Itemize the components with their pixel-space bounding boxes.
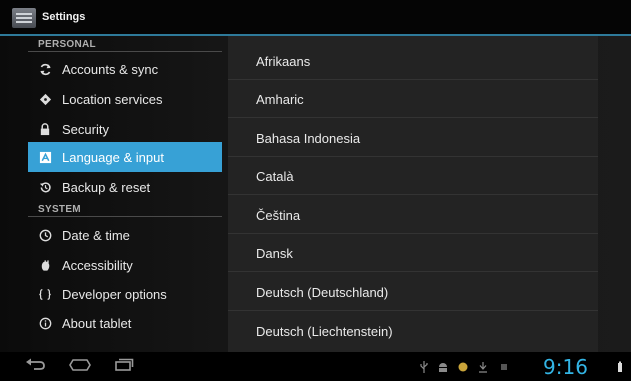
home-icon [68,358,92,376]
sidebar-item-backup-reset[interactable]: Backup & reset [28,172,222,202]
sidebar-item-language-input[interactable]: Language & input [28,142,222,172]
sidebar-item-label: Accounts & sync [62,61,159,77]
settings-sidebar: PERSONAL Accounts & sync Location servic… [0,36,222,352]
divider [28,216,222,217]
language-list: Afrikaans Amharic Bahasa Indonesia Catal… [228,36,598,352]
sidebar-item-label: Backup & reset [62,179,151,195]
back-button[interactable] [22,358,50,376]
download-icon [476,360,490,374]
lock-icon [36,122,54,136]
language-label: Català [256,169,294,184]
settings-app-icon[interactable] [12,8,36,28]
sidebar-item-accessibility[interactable]: Accessibility [28,250,222,280]
location-icon [36,93,54,106]
language-label: Dansk [256,246,293,261]
sidebar-item-location-services[interactable]: Location services [28,84,222,114]
notification-icon [456,360,470,374]
divider [28,51,222,52]
home-button[interactable] [66,358,94,376]
sidebar-item-label: Developer options [62,286,167,302]
settings-content: PERSONAL Accounts & sync Location servic… [0,36,631,352]
back-icon [25,358,47,377]
accessibility-icon [36,259,54,272]
android-debug-icon [436,360,450,374]
sidebar-item-label: Language & input [62,149,164,165]
language-item-deutsch-deutschland[interactable]: Deutsch (Deutschland) [228,273,598,311]
language-item-deutsch-liechtenstein[interactable]: Deutsch (Liechtenstein) [228,312,598,350]
braces-icon [36,288,54,301]
sidebar-item-security[interactable]: Security [28,114,222,144]
system-navigation-bar: 9:16 [0,352,631,381]
backup-icon [36,181,54,194]
language-item-amharic[interactable]: Amharic [228,80,598,118]
header-personal: PERSONAL [38,39,96,50]
language-item-dansk[interactable]: Dansk [228,234,598,272]
language-item-catala[interactable]: Català [228,157,598,195]
language-item-afrikaans[interactable]: Afrikaans [228,42,598,80]
sidebar-item-about-tablet[interactable]: About tablet [28,308,222,338]
language-label: Bahasa Indonesia [256,131,361,146]
action-bar: Settings [0,0,631,36]
language-item-cestina[interactable]: Čeština [228,196,598,234]
usb-icon [417,360,431,374]
signal-icon [497,360,511,374]
sidebar-item-developer-options[interactable]: Developer options [28,279,222,309]
clock-time: 9:16 [543,355,588,379]
info-icon [36,317,54,330]
sidebar-item-accounts-sync[interactable]: Accounts & sync [28,54,222,84]
battery-icon [613,360,627,374]
language-icon [36,151,54,164]
recent-apps-button[interactable] [110,358,138,376]
sidebar-item-label: About tablet [62,315,132,331]
app-title: Settings [42,11,86,23]
recent-apps-icon [113,358,135,377]
language-label: Deutsch (Liechtenstein) [256,324,393,339]
language-label: Deutsch (Deutschland) [256,285,389,300]
sidebar-item-label: Date & time [62,227,130,243]
sidebar-item-date-time[interactable]: Date & time [28,220,222,250]
clock-icon [36,229,54,242]
sidebar-item-label: Security [62,121,109,137]
language-label: Čeština [256,208,301,223]
sidebar-item-label: Accessibility [62,257,133,273]
language-label: Afrikaans [256,54,311,69]
sync-icon [36,63,54,76]
header-system: SYSTEM [38,204,81,215]
language-label: Amharic [256,92,304,107]
language-item-bahasa-indonesia[interactable]: Bahasa Indonesia [228,119,598,157]
sidebar-item-label: Location services [62,91,163,107]
